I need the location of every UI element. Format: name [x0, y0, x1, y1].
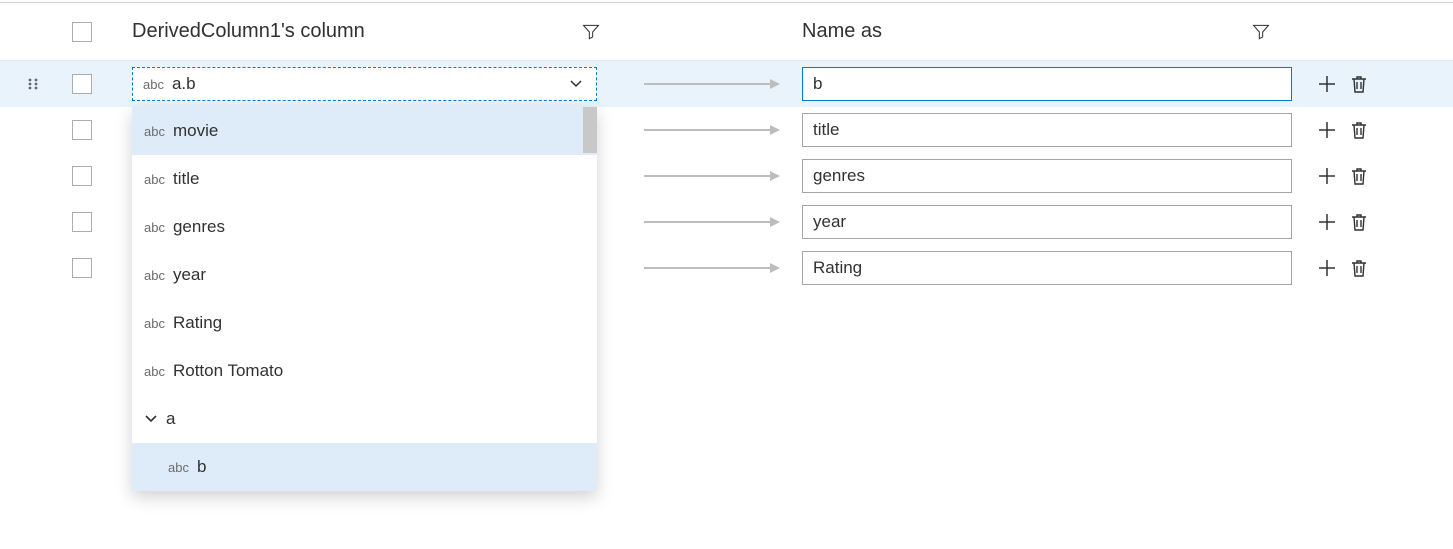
name-as-input[interactable]	[802, 251, 1292, 285]
row-checkbox[interactable]	[72, 258, 92, 278]
type-abc-icon: abc	[144, 172, 165, 187]
drag-handle-icon[interactable]	[26, 77, 40, 91]
delete-button[interactable]	[1348, 119, 1370, 141]
delete-button[interactable]	[1348, 73, 1370, 95]
name-as-header: Name as	[802, 20, 1292, 43]
dropdown-item-label: Rotton Tomato	[173, 361, 283, 381]
dropdown-item-label: year	[173, 265, 206, 285]
dropdown-item[interactable]: abc genres	[132, 203, 597, 251]
mapping-row: abc a.b	[0, 61, 1453, 107]
type-abc-icon: abc	[144, 316, 165, 331]
table-body: abc a.b	[0, 61, 1453, 291]
add-button[interactable]	[1316, 257, 1338, 279]
mapping-arrow	[622, 77, 802, 91]
type-abc-icon: abc	[143, 77, 164, 92]
type-abc-icon: abc	[144, 220, 165, 235]
mapping-arrow	[622, 215, 802, 229]
dropdown-item[interactable]: abc movie	[132, 107, 597, 155]
row-checkbox[interactable]	[72, 166, 92, 186]
column-dropdown: abc movie abc title abc genres abc year …	[132, 107, 597, 491]
dropdown-item[interactable]: abc title	[132, 155, 597, 203]
dropdown-item[interactable]: abc Rotton Tomato	[132, 347, 597, 395]
delete-button[interactable]	[1348, 165, 1370, 187]
source-column-combobox[interactable]: abc a.b	[132, 67, 597, 101]
type-abc-icon: abc	[144, 364, 165, 379]
source-column-value: a.b	[172, 74, 562, 94]
name-as-header-label: Name as	[802, 20, 882, 43]
mapping-arrow	[622, 261, 802, 275]
name-as-input[interactable]	[802, 159, 1292, 193]
row-checkbox[interactable]	[72, 120, 92, 140]
add-button[interactable]	[1316, 73, 1338, 95]
dropdown-item-label: Rating	[173, 313, 222, 333]
type-abc-icon: abc	[144, 124, 165, 139]
table-header-row: DerivedColumn1's column Name as	[0, 3, 1453, 61]
type-abc-icon: abc	[168, 460, 189, 475]
header-checkbox-cell	[50, 22, 132, 42]
delete-button[interactable]	[1348, 257, 1370, 279]
name-as-input[interactable]	[802, 113, 1292, 147]
dropdown-item-expandable[interactable]: a	[132, 395, 597, 443]
type-abc-icon: abc	[144, 268, 165, 283]
filter-icon[interactable]	[580, 21, 602, 43]
add-button[interactable]	[1316, 211, 1338, 233]
delete-button[interactable]	[1348, 211, 1370, 233]
mapping-arrow	[622, 169, 802, 183]
source-column-header: DerivedColumn1's column	[132, 20, 622, 43]
dropdown-item-label: genres	[173, 217, 225, 237]
select-all-checkbox[interactable]	[72, 22, 92, 42]
filter-icon[interactable]	[1250, 21, 1272, 43]
dropdown-item-label: b	[197, 457, 206, 477]
dropdown-item-label: movie	[173, 121, 218, 141]
mapping-arrow	[622, 123, 802, 137]
scrollbar-thumb[interactable]	[583, 107, 597, 153]
chevron-down-icon	[570, 75, 582, 93]
chevron-down-icon	[144, 409, 158, 429]
row-checkbox[interactable]	[72, 212, 92, 232]
row-checkbox[interactable]	[72, 74, 92, 94]
dropdown-item[interactable]: abc Rating	[132, 299, 597, 347]
add-button[interactable]	[1316, 119, 1338, 141]
name-as-input[interactable]	[802, 205, 1292, 239]
dropdown-item-label: a	[166, 409, 175, 429]
add-button[interactable]	[1316, 165, 1338, 187]
name-as-input[interactable]	[802, 67, 1292, 101]
dropdown-item-label: title	[173, 169, 199, 189]
dropdown-item[interactable]: abc year	[132, 251, 597, 299]
source-column-header-label: DerivedColumn1's column	[132, 20, 365, 43]
dropdown-item-nested[interactable]: abc b	[132, 443, 597, 491]
